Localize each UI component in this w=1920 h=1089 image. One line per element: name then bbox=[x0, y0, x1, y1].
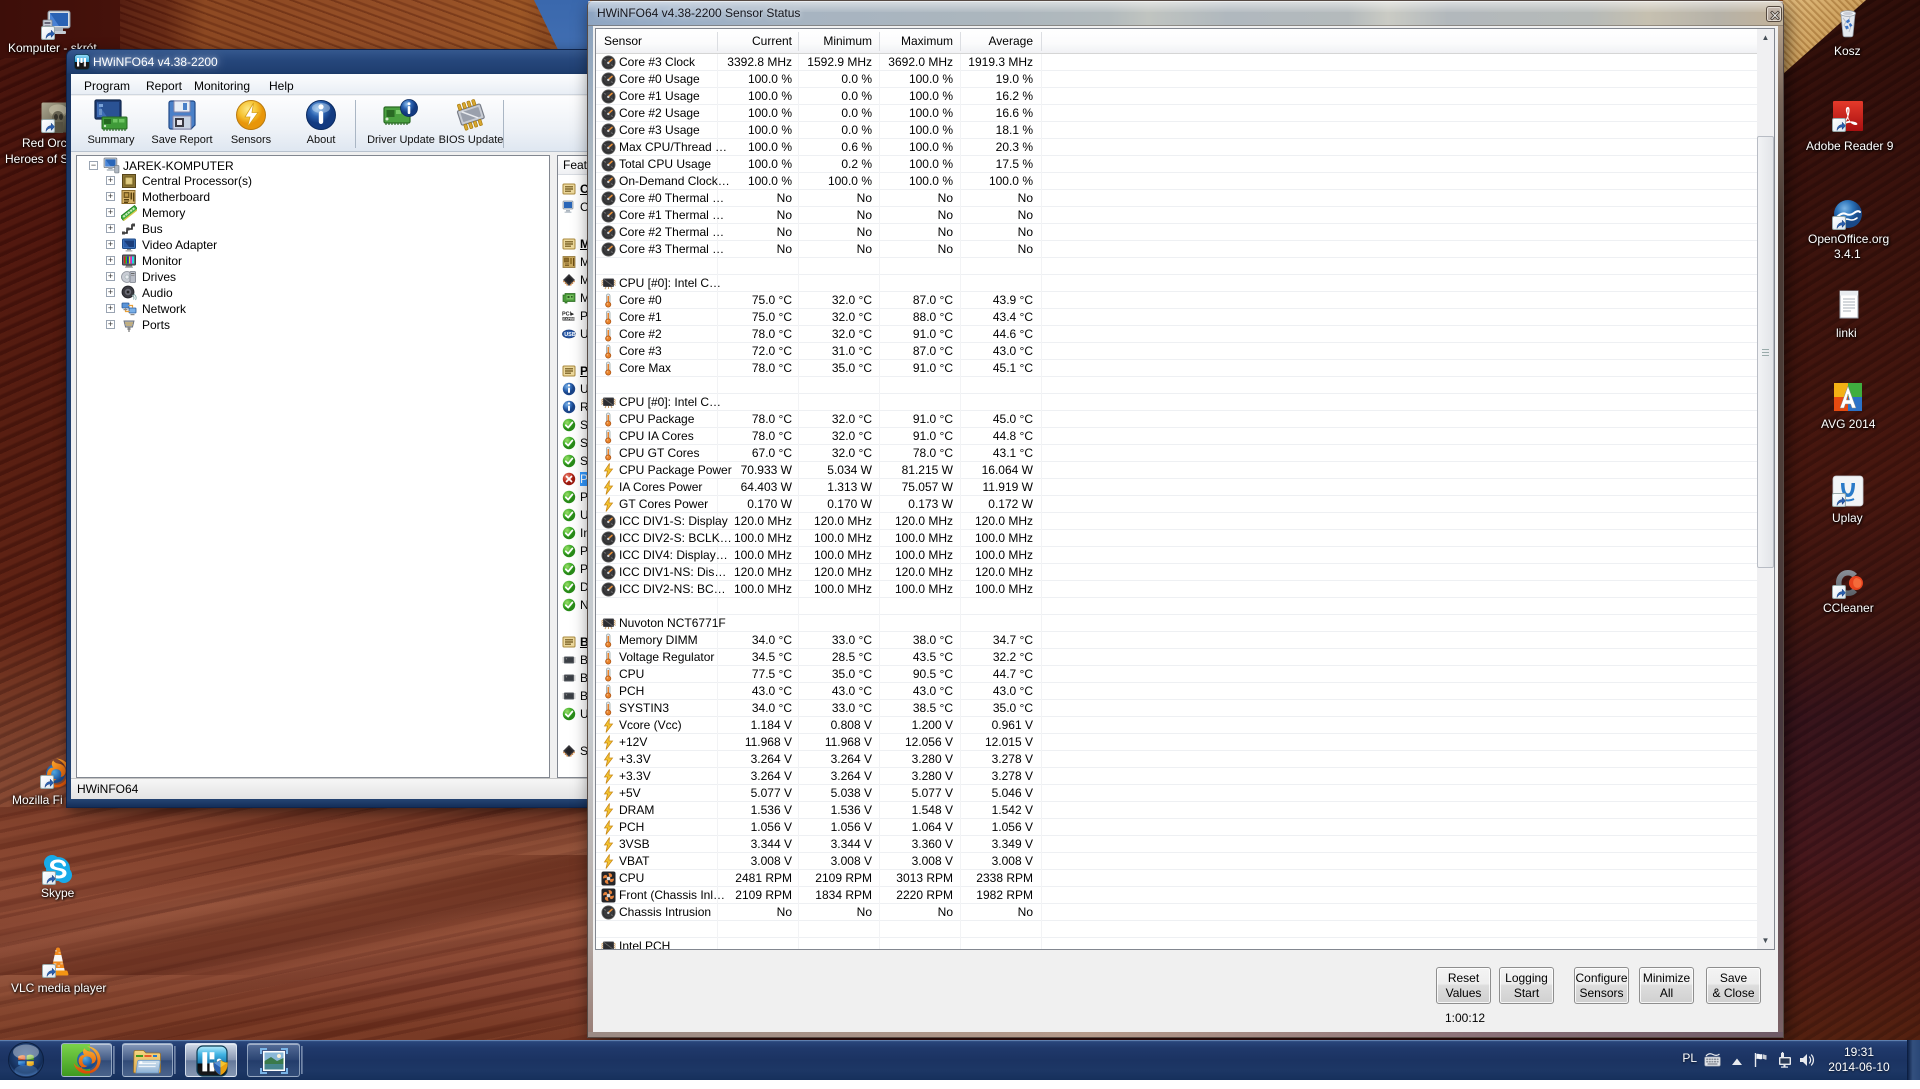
svg-text:EXPRESS: EXPRESS bbox=[563, 317, 576, 321]
svg-text:USB: USB bbox=[564, 332, 576, 338]
